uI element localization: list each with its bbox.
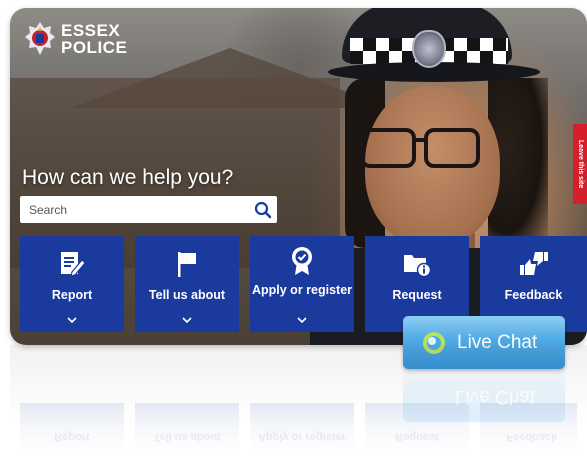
logo-line-1: ESSEX	[61, 21, 121, 40]
logo-line-2: POLICE	[61, 38, 128, 57]
hat-badge-icon	[412, 30, 446, 68]
chevron-down-icon	[182, 317, 192, 324]
search-bar	[20, 196, 277, 223]
glasses-lens-right	[424, 128, 480, 168]
search-button[interactable]	[249, 196, 277, 223]
thumbs-up-down-icon	[519, 252, 548, 275]
search-icon	[254, 201, 272, 218]
tile-label: Tell us about	[148, 288, 226, 302]
chevron-down-icon	[67, 317, 77, 324]
tile-tell-us-about[interactable]: Tell us about	[135, 236, 239, 332]
rosette-badge-icon	[292, 247, 312, 275]
tile-report[interactable]: Report	[20, 236, 124, 332]
reflection-fade	[10, 345, 587, 461]
essex-police-logo[interactable]: ESSEX POLICE	[25, 22, 127, 56]
report-edit-icon	[61, 252, 86, 277]
tile-label: Apply or register	[251, 283, 353, 297]
hero-headline: How can we help you?	[22, 166, 234, 189]
chevron-down-icon	[297, 317, 307, 324]
search-input[interactable]	[20, 201, 249, 218]
tile-label: Feedback	[504, 288, 563, 302]
folder-info-icon	[404, 255, 432, 278]
glasses-bridge	[412, 138, 424, 142]
logo-text: ESSEX POLICE	[61, 22, 127, 56]
tile-label: Request	[392, 288, 442, 302]
tile-apply-or-register[interactable]: Apply or register	[250, 236, 354, 332]
glasses-lens-left	[360, 128, 416, 168]
flag-icon	[178, 252, 196, 277]
police-star-icon	[25, 22, 55, 55]
leave-this-site-button[interactable]: Leave this site	[573, 124, 587, 204]
reflection: Report Tell us about Apply or register R…	[10, 345, 587, 461]
tile-label: Report	[51, 288, 93, 302]
